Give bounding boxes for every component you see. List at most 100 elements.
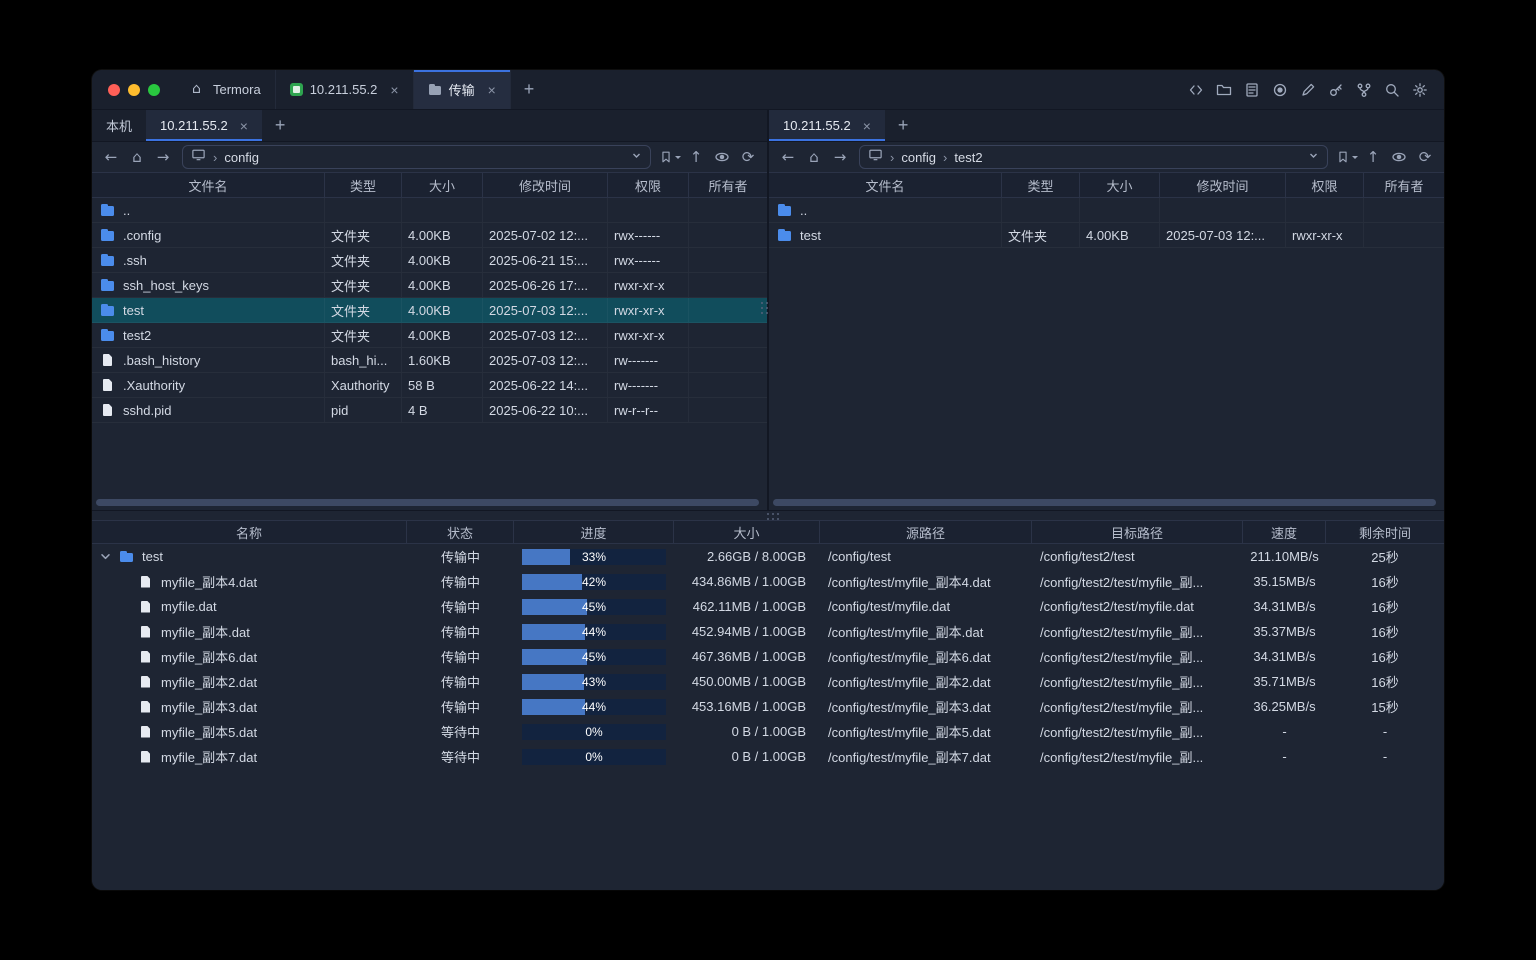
show-hidden-files-icon[interactable]	[711, 146, 733, 168]
close-window-button[interactable]	[108, 84, 120, 96]
folder-icon[interactable]	[1215, 81, 1232, 98]
column-header[interactable]: 修改时间	[483, 173, 608, 197]
column-header[interactable]: 权限	[608, 173, 689, 197]
chevron-down-icon[interactable]	[98, 550, 112, 564]
column-header[interactable]: 权限	[1286, 173, 1364, 197]
parent-directory-button[interactable]	[1362, 146, 1384, 168]
path-bar[interactable]: config	[182, 145, 651, 169]
app-tab[interactable]: 10.211.55.2	[276, 70, 414, 109]
file-row[interactable]: .ssh 文件夹 4.00KB 2025-06-21 15:... rwx---…	[92, 248, 767, 273]
transfer-row[interactable]: myfile_副本2.dat 传输中 43% 450.00MB / 1.00GB…	[92, 669, 1444, 694]
column-header[interactable]: 文件名	[769, 173, 1002, 197]
refresh-button[interactable]	[1414, 146, 1436, 168]
file-type-icon	[100, 403, 116, 417]
transfer-row[interactable]: myfile_副本3.dat 传输中 44% 453.16MB / 1.00GB…	[92, 694, 1444, 719]
column-header[interactable]: 类型	[325, 173, 402, 197]
file-row[interactable]: ..	[92, 198, 767, 223]
splitter-grip[interactable]	[767, 513, 769, 520]
transfer-status: 传输中	[407, 694, 514, 719]
column-header[interactable]: 大小	[1080, 173, 1160, 197]
close-tab-icon[interactable]	[863, 119, 871, 133]
file-modified-time	[1160, 198, 1286, 222]
new-panel-tab-button[interactable]: +	[885, 110, 922, 141]
column-header[interactable]: 大小	[674, 521, 820, 543]
file-row[interactable]: test 文件夹 4.00KB 2025-07-03 12:... rwxr-x…	[92, 298, 767, 323]
home-button[interactable]	[126, 146, 148, 168]
log-icon[interactable]	[1243, 81, 1260, 98]
edit-icon[interactable]	[1299, 81, 1316, 98]
chevron-down-icon[interactable]	[631, 148, 642, 166]
path-bar[interactable]: config test2	[859, 145, 1328, 169]
forward-button[interactable]	[829, 146, 851, 168]
breadcrumb-item[interactable]: test2	[936, 150, 983, 165]
app-tab[interactable]: 传输	[414, 70, 511, 109]
panel-tab[interactable]: 10.211.55.2	[769, 110, 885, 141]
breadcrumb-item[interactable]: config	[883, 150, 936, 165]
column-header[interactable]: 大小	[402, 173, 483, 197]
column-header[interactable]: 进度	[514, 521, 674, 543]
file-row[interactable]: .config 文件夹 4.00KB 2025-07-02 12:... rwx…	[92, 223, 767, 248]
column-header[interactable]: 目标路径	[1032, 521, 1243, 543]
scrollbar-thumb[interactable]	[773, 499, 1436, 506]
forward-button[interactable]	[152, 146, 174, 168]
bookmark-button[interactable]	[1336, 146, 1358, 168]
search-icon[interactable]	[1383, 81, 1400, 98]
file-row[interactable]: ..	[769, 198, 1444, 223]
transfer-row[interactable]: myfile_副本4.dat 传输中 42% 434.86MB / 1.00GB…	[92, 569, 1444, 594]
column-header[interactable]: 速度	[1243, 521, 1326, 543]
column-header[interactable]: 所有者	[689, 173, 767, 197]
chevron-down-icon[interactable]	[1308, 148, 1319, 166]
file-owner	[1364, 198, 1444, 222]
new-app-tab-button[interactable]: +	[511, 70, 548, 109]
back-button[interactable]	[100, 146, 122, 168]
refresh-button[interactable]	[737, 146, 759, 168]
minimize-window-button[interactable]	[128, 84, 140, 96]
panel-tab[interactable]: 10.211.55.2	[146, 110, 262, 141]
transfer-row[interactable]: myfile_副本7.dat 等待中 0% 0 B / 1.00GB /conf…	[92, 744, 1444, 769]
close-tab-icon[interactable]	[240, 119, 248, 133]
branch-icon[interactable]	[1355, 81, 1372, 98]
file-row[interactable]: test2 文件夹 4.00KB 2025-07-03 12:... rwxr-…	[92, 323, 767, 348]
breadcrumb-item[interactable]: config	[206, 150, 259, 165]
new-panel-tab-button[interactable]: +	[262, 110, 299, 141]
transfer-target-path: /config/test2/test/myfile_副...	[1032, 569, 1243, 594]
file-row[interactable]: sshd.pid pid 4 B 2025-06-22 10:... rw-r-…	[92, 398, 767, 423]
file-modified-time: 2025-06-26 17:...	[483, 273, 608, 297]
parent-directory-button[interactable]	[685, 146, 707, 168]
transfer-row[interactable]: myfile.dat 传输中 45% 462.11MB / 1.00GB /co…	[92, 594, 1444, 619]
splitter-grip[interactable]	[761, 302, 768, 304]
column-header[interactable]: 源路径	[820, 521, 1032, 543]
column-header[interactable]: 类型	[1002, 173, 1080, 197]
back-button[interactable]	[777, 146, 799, 168]
file-row[interactable]: test 文件夹 4.00KB 2025-07-03 12:... rwxr-x…	[769, 223, 1444, 248]
column-header[interactable]: 剩余时间	[1326, 521, 1444, 543]
file-row[interactable]: .bash_history bash_hi... 1.60KB 2025-07-…	[92, 348, 767, 373]
close-tab-icon[interactable]	[390, 83, 398, 97]
code-icon[interactable]	[1187, 81, 1204, 98]
app-tab[interactable]: Termora	[178, 70, 276, 109]
transfer-row[interactable]: myfile_副本.dat 传输中 44% 452.94MB / 1.00GB …	[92, 619, 1444, 644]
column-header[interactable]: 所有者	[1364, 173, 1444, 197]
bookmark-button[interactable]	[659, 146, 681, 168]
key-icon[interactable]	[1327, 81, 1344, 98]
home-button[interactable]	[803, 146, 825, 168]
transfer-row[interactable]: myfile_副本5.dat 等待中 0% 0 B / 1.00GB /conf…	[92, 719, 1444, 744]
column-header[interactable]: 名称	[92, 521, 407, 543]
file-owner	[689, 323, 767, 347]
file-row[interactable]: .Xauthority Xauthority 58 B 2025-06-22 1…	[92, 373, 767, 398]
show-hidden-files-icon[interactable]	[1388, 146, 1410, 168]
file-row[interactable]: ssh_host_keys 文件夹 4.00KB 2025-06-26 17:.…	[92, 273, 767, 298]
close-tab-icon[interactable]	[488, 83, 496, 97]
panel-tab[interactable]: 本机	[92, 110, 146, 141]
column-header[interactable]: 文件名	[92, 173, 325, 197]
record-icon[interactable]	[1271, 81, 1288, 98]
transfer-row[interactable]: myfile_副本6.dat 传输中 45% 467.36MB / 1.00GB…	[92, 644, 1444, 669]
scrollbar-thumb[interactable]	[96, 499, 759, 506]
column-header[interactable]: 状态	[407, 521, 514, 543]
file-permissions	[1286, 198, 1364, 222]
transfer-row[interactable]: test 传输中 33% 2.66GB / 8.00GB /config/tes…	[92, 544, 1444, 569]
zoom-window-button[interactable]	[148, 84, 160, 96]
transfer-panel-splitter[interactable]	[92, 510, 1444, 520]
column-header[interactable]: 修改时间	[1160, 173, 1286, 197]
settings-gear-icon[interactable]	[1411, 81, 1428, 98]
